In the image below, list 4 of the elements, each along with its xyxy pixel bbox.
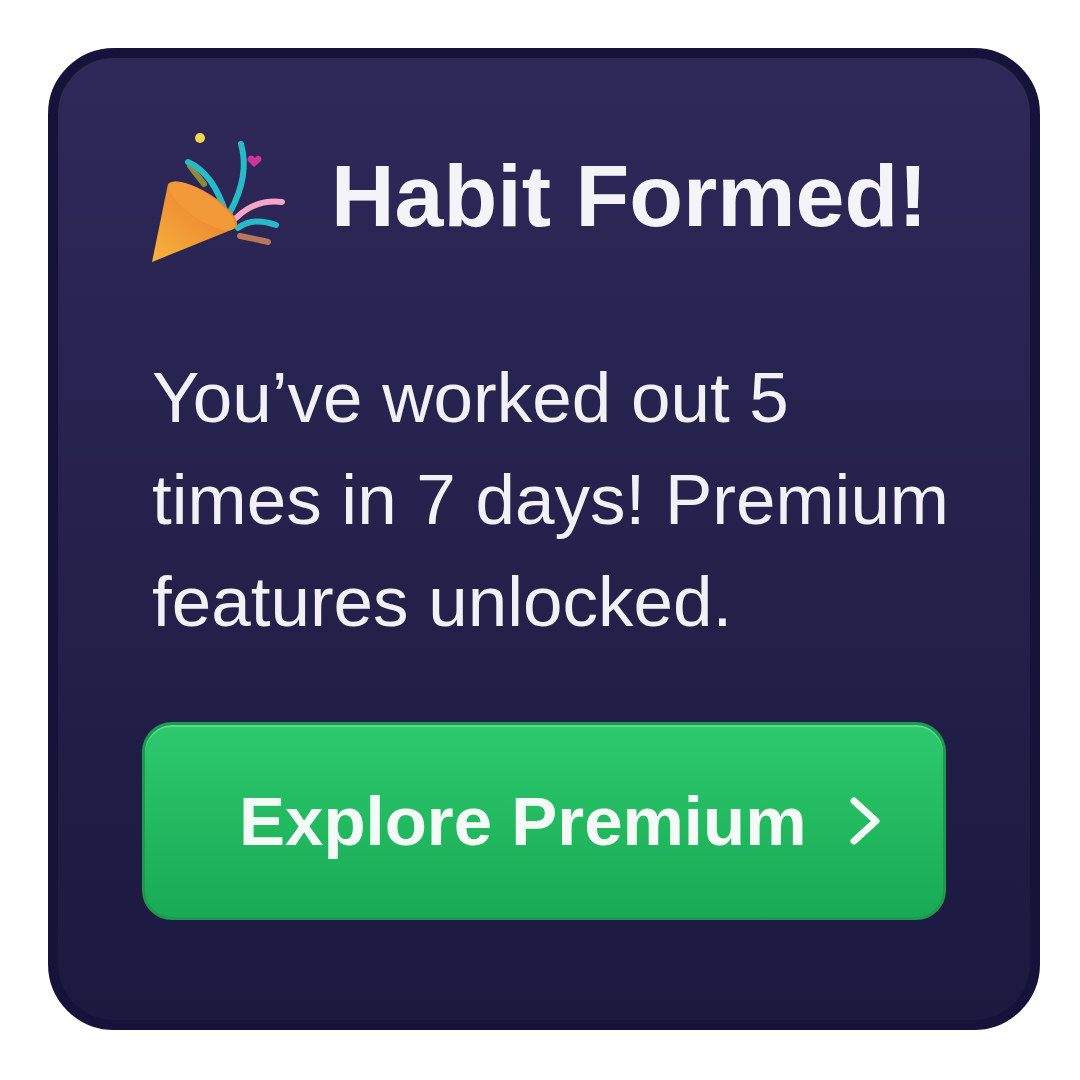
explore-premium-button[interactable]: Explore Premium (142, 722, 946, 920)
card-message: You’ve worked out 5 times in 7 days! Premium features unlocked. (152, 357, 951, 643)
card-title: Habit Formed! (331, 148, 928, 245)
chevron-right-icon (849, 797, 881, 845)
